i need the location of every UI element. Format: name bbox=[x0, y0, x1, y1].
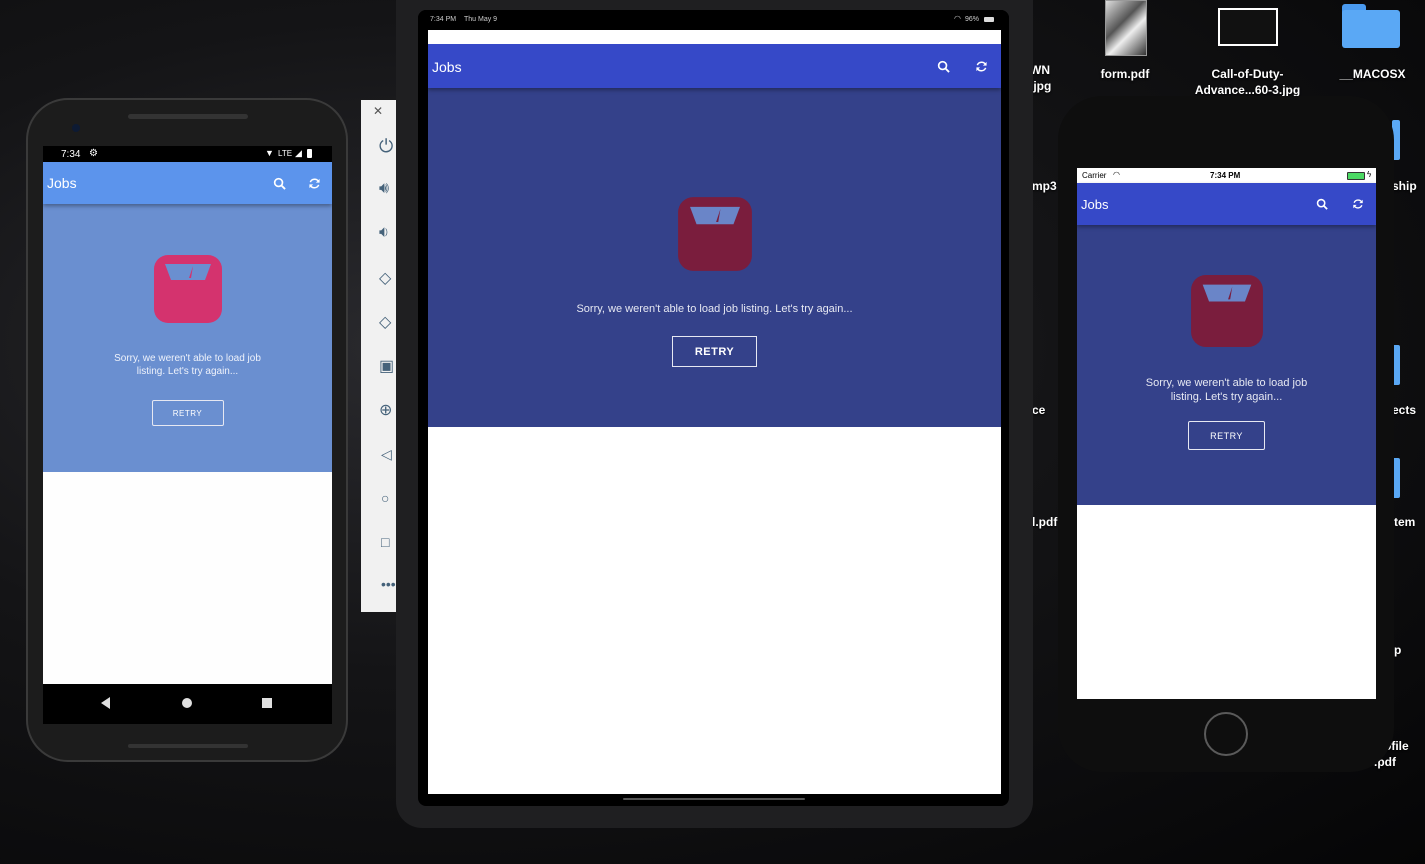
android-device: 7:34 ⚙ ▼ LTE ◢ Jobs Sorry, we weren't ab… bbox=[26, 98, 348, 762]
scale-icon bbox=[677, 197, 752, 271]
scale-icon bbox=[153, 255, 222, 323]
carrier-label: Carrier bbox=[1082, 171, 1107, 180]
front-camera bbox=[72, 124, 80, 132]
emulator-toolbar: ✕ ⏻ 🔊︎ 🔉︎ ◇ ◇ ▣ ⊕ ◁ ○ □ ••• bbox=[361, 100, 397, 612]
desktop-label: mp3 bbox=[1032, 179, 1057, 193]
scale-icon bbox=[1190, 275, 1263, 347]
pdf-thumbnail-icon bbox=[1105, 0, 1147, 56]
status-time: 7:34 bbox=[61, 149, 81, 160]
status-time: 7:34 PM bbox=[1210, 171, 1241, 180]
iphone-device: Carrier ◠ 7:34 PM ϟ Jobs Sorry, we weren… bbox=[1058, 96, 1394, 772]
speaker-grille bbox=[128, 114, 248, 119]
power-icon[interactable]: ⏻ bbox=[379, 136, 393, 157]
desktop-label: tem bbox=[1394, 515, 1416, 529]
desktop-label: p bbox=[1394, 643, 1402, 657]
search-icon[interactable] bbox=[262, 162, 296, 204]
recents-nav-icon[interactable] bbox=[262, 698, 272, 708]
home-button[interactable] bbox=[1204, 712, 1248, 756]
status-date: Thu May 9 bbox=[464, 16, 498, 23]
status-bar: 7:34 ⚙ ▼ LTE ◢ bbox=[43, 146, 332, 162]
search-icon[interactable] bbox=[925, 44, 961, 88]
app-bar: Jobs bbox=[1077, 183, 1376, 225]
folder-icon bbox=[1342, 4, 1400, 48]
blank-area bbox=[1077, 505, 1376, 699]
error-message: Sorry, we weren't able to load job listi… bbox=[576, 303, 853, 315]
signal-icon: ◢ bbox=[295, 148, 302, 158]
battery-icon bbox=[1347, 172, 1365, 180]
back-nav-icon[interactable] bbox=[101, 697, 110, 709]
desktop-icon-macosx[interactable]: __MACOSX bbox=[1330, 0, 1415, 90]
desktop-label: ects bbox=[1392, 403, 1417, 417]
wifi-icon: ◠ bbox=[954, 14, 961, 23]
status-bar: Carrier ◠ 7:34 PM ϟ bbox=[1077, 168, 1376, 183]
overview-icon[interactable]: □ bbox=[381, 534, 389, 550]
android-screen: 7:34 ⚙ ▼ LTE ◢ Jobs Sorry, we weren't ab… bbox=[43, 146, 332, 724]
desktop-icon-partial[interactable]: WN .jpg bbox=[1030, 62, 1060, 94]
desktop-icon-cod-jpg[interactable]: Call-of-Duty-Advance...60-3.jpg bbox=[1180, 0, 1315, 100]
desktop-icon-label: __MACOSX bbox=[1339, 67, 1406, 81]
status-bar: 7:34 PM Thu May 9 ◠ 96% bbox=[418, 10, 1009, 30]
wifi-icon: ▼ bbox=[265, 148, 274, 158]
home-nav-icon[interactable] bbox=[182, 698, 192, 708]
desktop-label: l.pdf bbox=[1032, 515, 1058, 529]
desktop-icon-label: form.pdf bbox=[1100, 67, 1150, 81]
status-time: 7:34 PM bbox=[430, 16, 457, 23]
error-state: Sorry, we weren't able to load job listi… bbox=[428, 196, 1001, 367]
search-icon[interactable] bbox=[1304, 183, 1340, 225]
desktop-label: ship bbox=[1392, 179, 1417, 193]
close-icon[interactable]: ✕ bbox=[373, 104, 383, 118]
volume-down-icon[interactable]: 🔉︎ bbox=[379, 224, 389, 242]
home-icon[interactable]: ○ bbox=[381, 490, 389, 506]
battery-icon bbox=[984, 17, 994, 22]
android-app: Jobs Sorry, we weren't able to load job … bbox=[43, 162, 332, 684]
app-bar: Jobs bbox=[428, 44, 1001, 88]
back-icon[interactable]: ◁ bbox=[381, 446, 392, 463]
blank-area bbox=[428, 427, 1001, 794]
iphone-app: Jobs Sorry, we weren't able to load job … bbox=[1077, 183, 1376, 699]
tablet-screen: 7:34 PM Thu May 9 ◠ 96% Jobs Sorry, we w… bbox=[418, 10, 1009, 806]
page-title: Jobs bbox=[1081, 196, 1109, 212]
volume-up-icon[interactable]: 🔊︎ bbox=[379, 180, 389, 198]
nav-bar bbox=[43, 684, 332, 724]
desktop-icon-label: Call-of-Duty-Advance...60-3.jpg bbox=[1194, 67, 1301, 97]
refresh-icon[interactable] bbox=[961, 44, 1001, 88]
refresh-icon[interactable] bbox=[1340, 183, 1376, 225]
retry-button[interactable]: RETRY bbox=[1188, 421, 1265, 450]
error-message: Sorry, we weren't able to load job listi… bbox=[114, 353, 261, 377]
app-bar: Jobs bbox=[43, 162, 332, 204]
battery-icon bbox=[307, 149, 312, 158]
error-message: Sorry, we weren't able to load job listi… bbox=[1145, 377, 1308, 403]
settings-icon: ⚙ bbox=[89, 148, 98, 159]
desktop-label: ce bbox=[1032, 403, 1046, 417]
image-thumbnail-icon bbox=[1218, 8, 1278, 46]
retry-button[interactable]: RETRY bbox=[151, 400, 224, 426]
home-indicator bbox=[623, 798, 805, 800]
error-state: Sorry, we weren't able to load job listi… bbox=[1077, 274, 1376, 450]
battery-percent: 96% bbox=[965, 16, 980, 23]
speaker-grille bbox=[128, 744, 248, 748]
desktop-label: .jpg bbox=[1030, 79, 1052, 93]
retry-button[interactable]: RETRY bbox=[672, 336, 757, 367]
charging-icon: ϟ bbox=[1367, 170, 1372, 179]
tablet-device: 7:34 PM Thu May 9 ◠ 96% Jobs Sorry, we w… bbox=[396, 0, 1033, 828]
error-state: Sorry, we weren't able to load job listi… bbox=[43, 254, 332, 426]
camera-icon[interactable]: ▣ bbox=[379, 356, 394, 376]
page-title: Jobs bbox=[47, 175, 77, 191]
tablet-top-white bbox=[428, 30, 1001, 44]
desktop-icon-form-pdf[interactable]: form.pdf bbox=[1090, 0, 1160, 90]
desktop-label: WN bbox=[1030, 63, 1050, 77]
rotate-left-icon[interactable]: ◇ bbox=[379, 268, 391, 288]
page-title: Jobs bbox=[432, 59, 462, 75]
blank-area bbox=[43, 472, 332, 684]
network-label: LTE bbox=[278, 149, 293, 158]
rotate-right-icon[interactable]: ◇ bbox=[379, 312, 391, 332]
iphone-screen: Carrier ◠ 7:34 PM ϟ Jobs Sorry, we weren… bbox=[1077, 168, 1376, 699]
refresh-icon[interactable] bbox=[296, 162, 332, 204]
zoom-icon[interactable]: ⊕ bbox=[379, 400, 392, 420]
tablet-app: Jobs Sorry, we weren't able to load job … bbox=[428, 44, 1001, 794]
more-icon[interactable]: ••• bbox=[381, 576, 396, 592]
wifi-icon: ◠ bbox=[1113, 170, 1120, 179]
